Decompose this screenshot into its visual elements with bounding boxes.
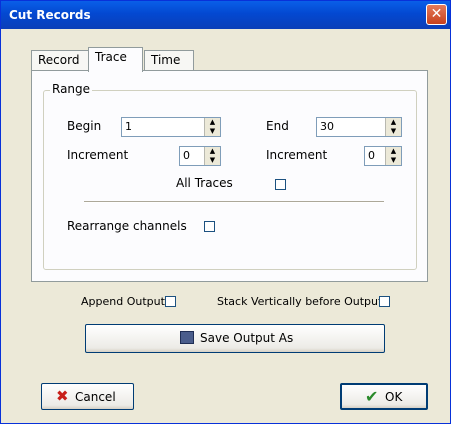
red-x-icon: ✖ xyxy=(56,387,69,405)
increment-right-spin-arrows-icon[interactable]: ▲ ▼ xyxy=(385,147,401,165)
begin-value: 1 xyxy=(125,120,132,133)
stack-vertically-checkbox[interactable] xyxy=(379,296,390,307)
end-value: 30 xyxy=(320,120,334,133)
range-divider xyxy=(84,201,384,203)
append-output-label: Append Output xyxy=(81,295,165,308)
begin-spinner[interactable]: 1 ▲ ▼ xyxy=(121,117,221,137)
title-bar[interactable]: Cut Records ✕ xyxy=(1,1,450,29)
ok-button[interactable]: ✔ OK xyxy=(340,383,428,410)
save-output-as-label: Save Output As xyxy=(200,331,294,345)
window-title: Cut Records xyxy=(9,8,91,22)
ok-label: OK xyxy=(385,390,403,404)
increment-left-label: Increment xyxy=(67,148,129,162)
tab-record-label: Record xyxy=(38,53,80,67)
tab-trace-label: Trace xyxy=(95,50,127,64)
trace-tab-panel: Range Begin 1 ▲ ▼ End 30 ▲ ▼ Increment 0 ▲… xyxy=(31,70,428,282)
begin-spin-arrows-icon[interactable]: ▲ ▼ xyxy=(204,118,220,136)
stack-vertically-label: Stack Vertically before Output xyxy=(217,295,383,308)
all-traces-checkbox[interactable] xyxy=(275,179,286,190)
rearrange-channels-checkbox[interactable] xyxy=(204,221,215,232)
close-button[interactable]: ✕ xyxy=(426,4,447,25)
save-disk-icon xyxy=(180,331,194,344)
increment-left-spin-arrows-icon[interactable]: ▲ ▼ xyxy=(204,147,220,165)
increment-left-spinner[interactable]: 0 ▲ ▼ xyxy=(179,146,221,166)
green-check-icon: ✔ xyxy=(365,387,379,406)
tab-time-label: Time xyxy=(151,53,181,67)
cancel-button[interactable]: ✖ Cancel xyxy=(41,383,134,410)
cut-records-dialog: Cut Records ✕ Record Trace Time Range Be… xyxy=(0,0,451,424)
end-spinner[interactable]: 30 ▲ ▼ xyxy=(316,117,402,137)
end-label: End xyxy=(266,119,289,133)
increment-right-value: 0 xyxy=(368,149,375,162)
save-output-as-button[interactable]: Save Output As xyxy=(85,324,385,353)
tab-record[interactable]: Record xyxy=(31,50,89,71)
all-traces-label: All Traces xyxy=(176,176,233,190)
increment-left-value: 0 xyxy=(183,149,190,162)
end-spin-arrows-icon[interactable]: ▲ ▼ xyxy=(385,118,401,136)
increment-right-spinner[interactable]: 0 ▲ ▼ xyxy=(364,146,402,166)
tab-time[interactable]: Time xyxy=(144,50,194,71)
range-group-label: Range xyxy=(50,82,93,96)
tab-trace[interactable]: Trace xyxy=(88,47,143,72)
cancel-label: Cancel xyxy=(75,390,116,404)
increment-right-label: Increment xyxy=(266,148,328,162)
begin-label: Begin xyxy=(67,119,102,133)
close-icon: ✕ xyxy=(430,6,443,22)
append-output-checkbox[interactable] xyxy=(165,296,176,307)
range-group: Range Begin 1 ▲ ▼ End 30 ▲ ▼ Increment 0 ▲… xyxy=(43,82,417,270)
rearrange-channels-label: Rearrange channels xyxy=(67,219,187,233)
